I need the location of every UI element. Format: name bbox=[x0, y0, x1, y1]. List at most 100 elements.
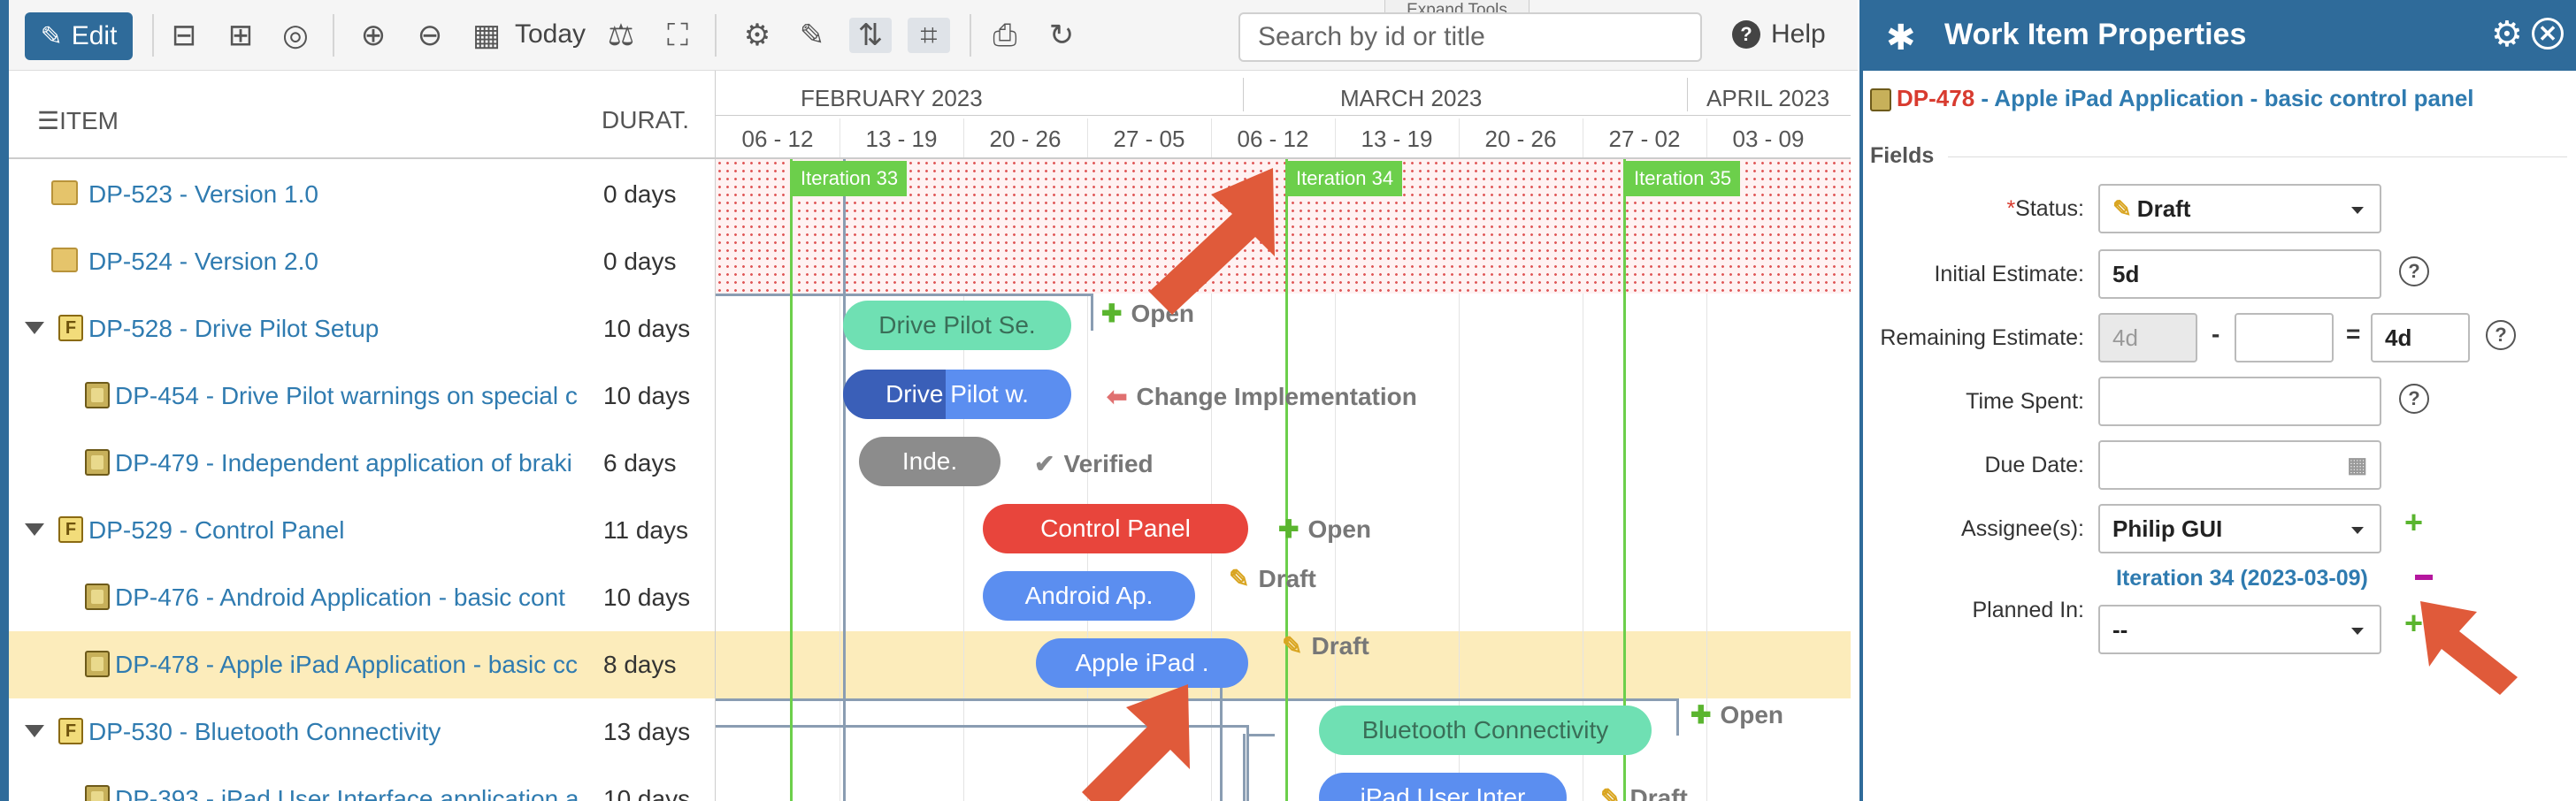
calendar-today-icon[interactable]: ▦ bbox=[469, 18, 504, 53]
feature-icon: F bbox=[58, 516, 83, 543]
chevron-down-icon bbox=[2351, 527, 2364, 534]
structure-icon[interactable]: ⌗ bbox=[908, 18, 950, 53]
iteration-label[interactable]: Iteration 34 bbox=[1287, 161, 1403, 196]
assignee-select[interactable]: Philip GUI bbox=[2098, 504, 2381, 553]
toolbar: ✎ Edit ⊟ ⊞ ◎ ⊕ ⊖ ▦ Today ⚖ ⛶ ⚙ ✎ ⇅ ⌗ ⎙ ↻… bbox=[0, 0, 1858, 71]
help-button[interactable]: ? Help bbox=[1732, 19, 1826, 50]
settings-chart-icon[interactable]: ⚙ bbox=[740, 18, 775, 53]
open-status-icon: ✚ bbox=[1101, 300, 1123, 327]
iteration-label[interactable]: Iteration 33 bbox=[792, 161, 908, 196]
edit-calendar-icon[interactable]: ✎ bbox=[794, 18, 830, 53]
collapse-caret-icon[interactable] bbox=[25, 725, 44, 737]
bar-status: ✎ Draft bbox=[1600, 783, 1688, 801]
table-row[interactable]: F DP-528 - Drive Pilot Setup 10 days bbox=[9, 295, 715, 362]
sort-icon[interactable]: ⇅ bbox=[849, 18, 892, 53]
remaining-estimate-result[interactable]: 4d bbox=[2371, 313, 2470, 362]
panel-header: ✱ Work Item Properties ⚙ ✕ bbox=[1863, 0, 2576, 71]
table-row[interactable]: DP-523 - Version 1.0 0 days bbox=[9, 161, 715, 228]
row-label[interactable]: DP-476 - Android Application - basic con… bbox=[115, 584, 584, 612]
month-label: APRIL 2023 bbox=[1706, 85, 1830, 111]
fit-screen-icon[interactable]: ⛶ bbox=[660, 18, 695, 53]
gantt-chart: FEBRUARY 2023 MARCH 2023 APRIL 2023 06 -… bbox=[715, 71, 1851, 801]
gantt-bar[interactable]: Drive Pilot Se. bbox=[843, 301, 1071, 350]
balance-icon[interactable]: ⚖ bbox=[603, 18, 639, 53]
remove-iteration-icon[interactable] bbox=[2415, 575, 2433, 580]
gantt-bar[interactable]: Drive Pilot w. bbox=[843, 370, 1071, 419]
planned-iteration-link[interactable]: Iteration 34 (2023-03-09) bbox=[2116, 566, 2368, 591]
refresh-icon[interactable]: ↻ bbox=[1044, 18, 1079, 53]
calendar-icon: ▦ bbox=[2347, 454, 2367, 477]
help-label: Help bbox=[1771, 19, 1826, 49]
row-label[interactable]: DP-479 - Independent application of brak… bbox=[115, 449, 584, 477]
bar-status: ✎ Draft bbox=[1282, 631, 1369, 660]
remaining-estimate-adjust[interactable] bbox=[2235, 313, 2334, 362]
item-icon bbox=[1870, 88, 1891, 112]
close-icon[interactable]: ✕ bbox=[2532, 18, 2564, 50]
row-label[interactable]: DP-528 - Drive Pilot Setup bbox=[88, 315, 379, 343]
table-row-selected[interactable]: DP-478 - Apple iPad Application - basic … bbox=[9, 631, 715, 698]
left-accent-bar bbox=[0, 0, 9, 801]
check-icon: ✔ bbox=[1034, 450, 1055, 477]
panel-title: Work Item Properties bbox=[1944, 18, 2247, 51]
assignees-label: Assignee(s): bbox=[1961, 516, 2084, 541]
initial-estimate-field[interactable]: 5d bbox=[2098, 249, 2381, 299]
gear-icon[interactable]: ⚙ bbox=[2491, 14, 2523, 55]
duration-column-header[interactable]: DURAT. bbox=[602, 106, 689, 134]
fields-heading: Fields bbox=[1870, 143, 1935, 168]
expand-icon[interactable]: ⊞ bbox=[223, 18, 258, 53]
requirement-icon bbox=[85, 382, 110, 408]
row-duration: 0 days bbox=[603, 248, 677, 275]
row-label[interactable]: DP-530 - Bluetooth Connectivity bbox=[88, 718, 441, 746]
table-row[interactable]: DP-454 - Drive Pilot warnings on special… bbox=[9, 362, 715, 430]
grid-header: ☰ITEM DURAT. bbox=[9, 71, 715, 159]
search-input[interactable]: Search by id or title bbox=[1238, 12, 1702, 62]
table-row[interactable]: DP-479 - Independent application of brak… bbox=[9, 430, 715, 497]
gantt-bar[interactable]: Control Panel bbox=[983, 504, 1248, 553]
puzzle-icon: ✱ bbox=[1886, 19, 1916, 57]
row-label[interactable]: DP-529 - Control Panel bbox=[88, 516, 344, 545]
target-icon[interactable]: ◎ bbox=[278, 18, 313, 53]
menu-icon[interactable]: ☰ bbox=[37, 107, 59, 134]
gantt-bar[interactable]: iPad User Inter bbox=[1319, 773, 1567, 801]
month-label: FEBRUARY 2023 bbox=[801, 85, 983, 111]
row-label[interactable]: DP-523 - Version 1.0 bbox=[88, 180, 318, 209]
row-label[interactable]: DP-524 - Version 2.0 bbox=[88, 248, 318, 276]
print-icon[interactable]: ⎙ bbox=[987, 18, 1023, 53]
iteration-marker bbox=[1285, 159, 1288, 801]
time-spent-field[interactable] bbox=[2098, 377, 2381, 426]
add-assignee-icon[interactable]: + bbox=[2404, 504, 2423, 541]
table-row[interactable]: F DP-530 - Bluetooth Connectivity 13 day… bbox=[9, 698, 715, 766]
annotation-arrow-icon bbox=[1149, 168, 1275, 315]
collapse-caret-icon[interactable] bbox=[25, 322, 44, 334]
chevron-down-icon bbox=[2351, 207, 2364, 214]
zoom-out-icon[interactable]: ⊖ bbox=[412, 18, 448, 53]
item-column-header[interactable]: ☰ITEM bbox=[37, 106, 119, 135]
today-button[interactable]: Today bbox=[515, 19, 586, 50]
week-label: 20 - 26 bbox=[1484, 126, 1557, 152]
zoom-in-icon[interactable]: ⊕ bbox=[356, 18, 391, 53]
status-select[interactable]: ✎ Draft bbox=[2098, 184, 2381, 233]
table-row[interactable]: DP-393 - iPad User Interface application… bbox=[9, 766, 715, 801]
planned-in-select[interactable]: -- bbox=[2098, 605, 2381, 654]
row-label[interactable]: DP-393 - iPad User Interface application… bbox=[115, 785, 584, 801]
gantt-bar[interactable]: Android Ap. bbox=[983, 571, 1195, 621]
help-icon[interactable]: ? bbox=[2399, 384, 2429, 414]
iteration-label[interactable]: Iteration 35 bbox=[1625, 161, 1741, 196]
help-icon[interactable]: ? bbox=[2486, 320, 2516, 350]
table-row[interactable]: F DP-529 - Control Panel 11 days bbox=[9, 497, 715, 564]
due-date-field[interactable]: ▦ bbox=[2098, 440, 2381, 490]
edit-button[interactable]: ✎ Edit bbox=[25, 12, 133, 60]
collapse-caret-icon[interactable] bbox=[25, 523, 44, 536]
item-title[interactable]: DP-478 - Apple iPad Application - basic … bbox=[1870, 85, 2474, 112]
row-label[interactable]: DP-454 - Drive Pilot warnings on special… bbox=[115, 382, 584, 410]
help-icon[interactable]: ? bbox=[2399, 256, 2429, 286]
gantt-bar[interactable]: Bluetooth Connectivity bbox=[1319, 706, 1652, 755]
week-label: 06 - 12 bbox=[741, 126, 814, 152]
table-row[interactable]: DP-476 - Android Application - basic con… bbox=[9, 564, 715, 631]
chevron-down-icon bbox=[2351, 628, 2364, 635]
row-label[interactable]: DP-478 - Apple iPad Application - basic … bbox=[115, 651, 584, 679]
row-duration: 6 days bbox=[603, 449, 677, 477]
gantt-bar[interactable]: Inde. bbox=[859, 437, 1000, 486]
collapse-icon[interactable]: ⊟ bbox=[166, 18, 202, 53]
table-row[interactable]: DP-524 - Version 2.0 0 days bbox=[9, 228, 715, 295]
